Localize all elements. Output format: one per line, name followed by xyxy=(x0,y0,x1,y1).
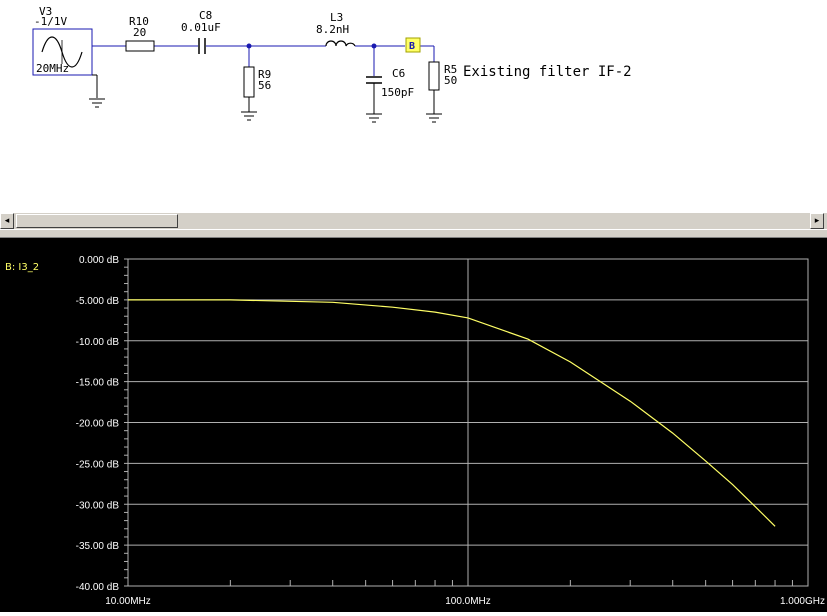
horizontal-scrollbar[interactable]: ◂ ▸ xyxy=(0,212,827,229)
legend-label: B: I3_2 xyxy=(5,262,39,273)
scroll-left-button[interactable]: ◂ xyxy=(0,213,14,229)
pane-splitter[interactable] xyxy=(0,229,827,238)
right-arrow-icon: ▸ xyxy=(814,216,820,226)
series-line xyxy=(128,299,776,527)
x-tick-label: 1.000GHz xyxy=(780,596,825,607)
capacitor-c6[interactable] xyxy=(366,76,382,100)
resistor-r9[interactable] xyxy=(243,66,255,98)
x-tick-label: 100.0MHz xyxy=(445,596,491,607)
junction-node xyxy=(371,43,377,49)
y-tick-label: 0.000 dB xyxy=(79,255,119,266)
y-tick-label: -20.00 dB xyxy=(76,419,120,430)
c8-value: 0.01uF xyxy=(181,21,221,34)
r10-value: 20 xyxy=(133,26,146,39)
y-tick-label: -30.00 dB xyxy=(76,500,120,511)
schematic-drawing: V3 -1/1V 20MHz R10 20 C8 0.01uF R9 56 L3… xyxy=(32,5,632,123)
c6-name: C6 xyxy=(392,67,405,80)
frequency-response-chart: 0.000 dB -5.000 dB -10.00 dB -15.00 dB -20.0… xyxy=(5,255,825,607)
source-value: -1/1V xyxy=(34,15,67,28)
y-tick-label: -40.00 dB xyxy=(76,582,120,593)
c6-value: 150pF xyxy=(381,86,414,99)
left-arrow-icon: ◂ xyxy=(4,216,10,226)
r9-value: 56 xyxy=(258,79,271,92)
x-tick-label: 10.00MHz xyxy=(105,596,151,607)
y-tick-label: -15.00 dB xyxy=(76,378,120,389)
schematic-note: Existing filter IF-2 xyxy=(463,64,632,80)
r5-value: 50 xyxy=(444,74,457,87)
schematic-canvas[interactable]: V3 -1/1V 20MHz R10 20 C8 0.01uF R9 56 L3… xyxy=(0,0,827,212)
y-tick-label: -25.00 dB xyxy=(76,459,120,470)
source-frequency: 20MHz xyxy=(36,62,69,75)
scrollbar-thumb[interactable] xyxy=(16,214,178,228)
y-tick-label: -35.00 dB xyxy=(76,541,120,552)
plot-panel[interactable]: 0.000 dB -5.000 dB -10.00 dB -15.00 dB -20.0… xyxy=(0,238,827,612)
inductor-l3[interactable] xyxy=(325,40,356,47)
resistor-r5[interactable] xyxy=(428,61,440,91)
scroll-right-button[interactable]: ▸ xyxy=(810,213,824,229)
probe-label: B xyxy=(409,41,415,52)
l3-value: 8.2nH xyxy=(316,23,349,36)
y-tick-label: -10.00 dB xyxy=(76,337,120,348)
y-tick-label: -5.000 dB xyxy=(76,296,120,307)
capacitor-c8[interactable] xyxy=(198,38,206,54)
junction-node xyxy=(246,43,252,49)
resistor-r10[interactable] xyxy=(125,40,155,52)
